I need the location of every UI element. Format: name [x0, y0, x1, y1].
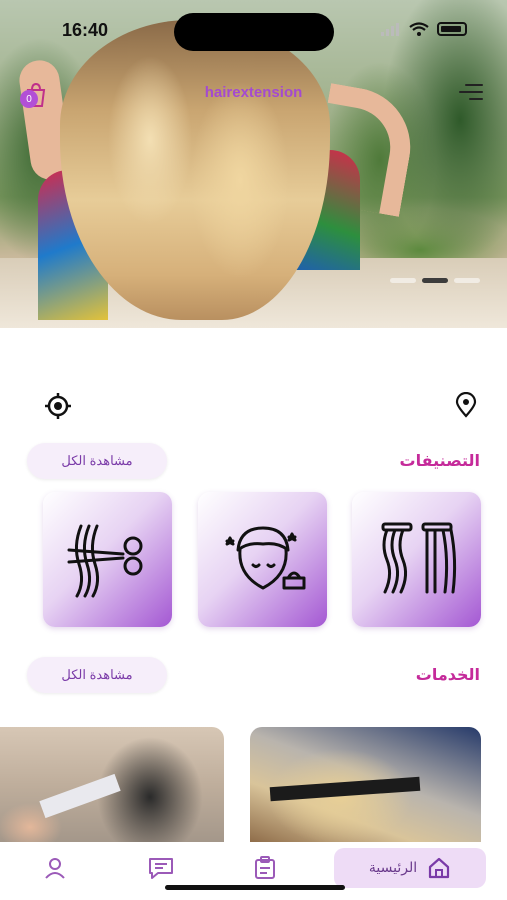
categories-title: التصنيفات — [399, 451, 480, 470]
menu-icon-line — [459, 91, 483, 93]
nav-home-tab[interactable]: الرئيسية — [334, 848, 486, 888]
location-button[interactable] — [454, 391, 478, 418]
service-card-coloring[interactable] — [0, 727, 224, 842]
category-card-treatment[interactable] — [198, 492, 327, 627]
carousel-dot[interactable] — [454, 278, 480, 283]
category-card-haircut[interactable] — [43, 492, 172, 627]
wifi-icon — [409, 22, 429, 36]
bottom-navigation: الرئيسية — [0, 842, 507, 900]
service-image-detail — [39, 773, 121, 819]
nav-orders-tab[interactable] — [248, 848, 282, 888]
home-indicator — [165, 885, 345, 890]
nav-profile-tab[interactable] — [38, 848, 72, 888]
hero-hair-image — [60, 20, 330, 320]
menu-icon-line — [469, 98, 483, 100]
brand-title: hairextension — [204, 84, 303, 101]
services-title: الخدمات — [415, 665, 480, 684]
status-time: 16:40 — [62, 20, 109, 40]
services-view-all-button[interactable]: مشاهدة الكل — [27, 657, 167, 693]
service-card-extensions[interactable] — [250, 727, 481, 842]
carousel-dot[interactable] — [390, 278, 416, 283]
battery-icon — [437, 22, 467, 36]
service-image-detail — [269, 776, 421, 802]
menu-button[interactable] — [459, 82, 483, 102]
hair-extension-strands-icon — [381, 522, 456, 593]
locate-me-button[interactable] — [44, 392, 72, 420]
nav-home-label: الرئيسية — [368, 860, 418, 876]
carousel-dot-active[interactable] — [422, 278, 448, 283]
locate-me-icon — [45, 393, 71, 419]
carousel-indicator[interactable] — [390, 278, 480, 283]
signal-icon — [381, 23, 399, 36]
status-icons — [381, 22, 467, 36]
category-card-extensions[interactable] — [352, 492, 481, 627]
hair-treatment-towel-icon — [225, 526, 305, 589]
nav-chat-tab[interactable] — [144, 848, 178, 888]
orders-icon — [255, 856, 275, 879]
home-icon — [429, 857, 450, 879]
hair-cut-scissors-icon — [67, 524, 142, 597]
categories-view-all-button[interactable]: مشاهدة الكل — [27, 443, 167, 479]
chat-icon — [149, 858, 173, 879]
profile-icon — [45, 858, 65, 879]
menu-icon-line — [465, 84, 483, 86]
map-pin-icon — [455, 391, 477, 418]
dynamic-island — [174, 13, 334, 51]
